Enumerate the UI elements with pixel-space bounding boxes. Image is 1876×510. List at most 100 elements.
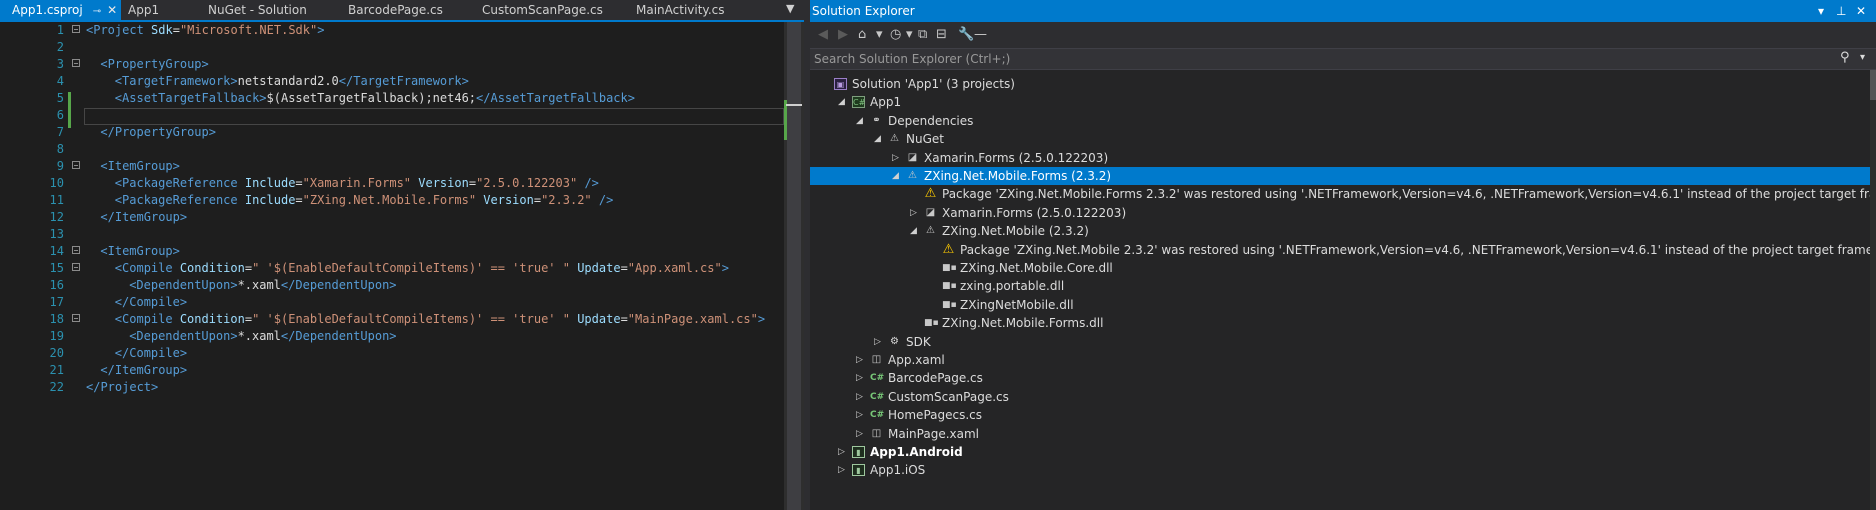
tree-node[interactable]: ▷ ▮ App1.Android [810,443,1870,461]
close-icon[interactable]: ✕ [1856,0,1866,22]
collapse-arrow-icon[interactable]: ◢ [874,130,881,148]
editor-vertical-scrollbar[interactable] [784,22,804,510]
tree-node[interactable]: ■▪ ZXingNetMobile.dll [810,296,1870,314]
expand-arrow-icon[interactable]: ▷ [856,369,863,387]
tree-node[interactable]: ▷ C# HomePagecs.cs [810,406,1870,424]
tree-node[interactable]: ■▪ ZXing.Net.Mobile.Forms.dll [810,314,1870,332]
pending-changes-icon[interactable]: ◷ [890,27,901,43]
code-line[interactable]: 10 <PackageReference Include="Xamarin.For… [0,175,784,192]
code-line[interactable]: 7 </PropertyGroup> [0,124,784,141]
tree-node[interactable]: ■▪ ZXing.Net.Mobile.Core.dll [810,259,1870,277]
expand-arrow-icon[interactable]: ▷ [874,333,881,351]
window-position-dropdown-icon[interactable]: ▾ [1818,0,1824,22]
tree-node[interactable]: ▷ ◪ Xamarin.Forms (2.5.0.122203) [810,149,1870,167]
line-number: 13 [49,227,64,241]
collapse-all-icon[interactable]: ⊟ [936,27,947,43]
tree-node[interactable]: ◢ C# App1 [810,93,1870,111]
properties-wrench-icon[interactable]: 🔧 [958,27,974,43]
code-line[interactable]: 15 <Compile Condition=" '$(EnableDefaultC… [0,260,784,277]
collapse-outline-icon[interactable] [72,59,80,67]
pending-changes-dropdown-icon[interactable]: ▾ [906,27,913,43]
back-icon[interactable]: ◀ [818,27,828,43]
code-line[interactable]: 3 <PropertyGroup> [0,56,784,73]
chevron-down-icon[interactable]: ▼ [786,2,794,15]
expand-arrow-icon[interactable]: ▷ [838,461,845,479]
code-line[interactable]: 17 </Compile> [0,294,784,311]
tab-app1[interactable]: App1 [128,0,159,20]
search-input[interactable] [810,49,1814,69]
expand-arrow-icon[interactable]: ▷ [856,351,863,369]
code-line[interactable]: 2 [0,39,784,56]
tree-node[interactable]: ▷ C# CustomScanPage.cs [810,388,1870,406]
search-box[interactable]: ⚲ ▾ [810,48,1876,70]
code-line[interactable]: 21 </ItemGroup> [0,362,784,379]
expand-arrow-icon[interactable]: ▷ [856,388,863,406]
expand-arrow-icon[interactable]: ▷ [838,443,845,461]
code-line[interactable]: 22 </Project> [0,379,784,396]
collapse-outline-icon[interactable] [72,25,80,33]
code-line[interactable]: 1 <Project Sdk="Microsoft.NET.Sdk"> [0,22,784,39]
code-line[interactable]: 13 [0,226,784,243]
tree-node[interactable]: ⚠ Package 'ZXing.Net.Mobile 2.3.2' was re… [810,241,1870,259]
tab-nuget-solution[interactable]: NuGet - Solution [208,0,307,20]
tree-node[interactable]: ▷ ⚙ SDK [810,333,1870,351]
close-icon[interactable]: ✕ [107,3,117,17]
tree-node[interactable]: ▷ ◫ App.xaml [810,351,1870,369]
expand-arrow-icon[interactable]: ▷ [856,425,863,443]
code-line[interactable]: 18 <Compile Condition=" '$(EnableDefaultC… [0,311,784,328]
tree-node[interactable]: ◢ ⚠ NuGet [810,130,1870,148]
sync-icon[interactable]: ⧉ [918,27,927,43]
tree-node[interactable]: ▣ Solution 'App1' (3 projects) [810,75,1870,93]
code-line[interactable]: 12 </ItemGroup> [0,209,784,226]
solution-tree[interactable]: ▣ Solution 'App1' (3 projects) ◢ C# App1 ◢ ⚭ De… [810,75,1870,510]
collapse-arrow-icon[interactable]: ◢ [910,222,917,240]
tree-node[interactable]: ◢ ⚠ ZXing.Net.Mobile (2.3.2) [810,222,1870,240]
code-editor[interactable]: ▼ App1.csproj ⊸ ✕ App1 NuGet - Solution Barco… [0,0,804,510]
tab-barcodepage-cs[interactable]: BarcodePage.cs [348,0,443,20]
tree-node-label: NuGet [906,132,944,147]
collapse-arrow-icon[interactable]: ◢ [856,112,863,130]
collapse-outline-icon[interactable] [72,314,80,322]
expand-arrow-icon[interactable]: ▷ [910,204,917,222]
tree-scroll-thumb[interactable] [1870,70,1876,100]
collapse-arrow-icon[interactable]: ◢ [838,93,845,111]
editor-scroll-thumb[interactable] [787,22,801,510]
code-line[interactable]: 6 [0,107,784,124]
tree-node[interactable]: ◢ ⚭ Dependencies [810,112,1870,130]
tree-node[interactable]: ▷ ▮ App1.iOS [810,461,1870,479]
collapse-outline-icon[interactable] [72,263,80,271]
home-icon[interactable]: ⌂ [858,27,866,43]
code-line[interactable]: 11 <PackageReference Include="ZXing.Net.M… [0,192,784,209]
tab-app1-csproj[interactable]: App1.csproj ⊸ ✕ [0,0,122,20]
code-area[interactable]: 1 <Project Sdk="Microsoft.NET.Sdk"> 2 3 <Pro… [0,22,784,510]
collapse-outline-icon[interactable] [72,246,80,254]
pin-icon[interactable]: ⊸ [93,6,101,17]
tree-node[interactable]: ▷ ◫ MainPage.xaml [810,425,1870,443]
forward-icon[interactable]: ▶ [838,27,848,43]
tree-node[interactable]: ■▪ zxing.portable.dll [810,277,1870,295]
tree-node[interactable]: ▷ ◪ Xamarin.Forms (2.5.0.122203) [810,204,1870,222]
expand-arrow-icon[interactable]: ▷ [856,406,863,424]
switch-views-dropdown-icon[interactable]: ▾ [876,27,883,43]
code-line[interactable]: 5 <AssetTargetFallback>$(AssetTargetFallb… [0,90,784,107]
tree-node[interactable]: ▷ C# BarcodePage.cs [810,369,1870,387]
expand-arrow-icon[interactable]: ▷ [892,149,899,167]
tree-vertical-scrollbar[interactable] [1870,70,1876,510]
search-options-dropdown-icon[interactable]: ▾ [1860,52,1865,63]
collapse-outline-icon[interactable] [72,161,80,169]
code-line[interactable]: 20 </Compile> [0,345,784,362]
tree-node[interactable]: ⚠ Package 'ZXing.Net.Mobile.Forms 2.3.2' … [810,185,1870,203]
code-line[interactable]: 4 <TargetFramework>netstandard2.0</Target… [0,73,784,90]
tab-mainactivity-cs[interactable]: MainActivity.cs [636,0,724,20]
collapse-arrow-icon[interactable]: ◢ [892,167,899,185]
code-line[interactable]: 14 <ItemGroup> [0,243,784,260]
code-line[interactable]: 16 <DependentUpon>*.xaml</DependentUpon> [0,277,784,294]
code-line[interactable]: 19 <DependentUpon>*.xaml</DependentUpon> [0,328,784,345]
tab-customscanpage-cs[interactable]: CustomScanPage.cs [482,0,603,20]
preview-icon[interactable]: — [974,27,987,43]
auto-hide-pin-icon[interactable]: ⊥ [1836,0,1846,22]
code-line[interactable]: 9 <ItemGroup> [0,158,784,175]
tree-node[interactable]: ◢ ⚠ ZXing.Net.Mobile.Forms (2.3.2) [810,167,1870,185]
code-line[interactable]: 8 [0,141,784,158]
search-icon[interactable]: ⚲ [1840,50,1850,65]
